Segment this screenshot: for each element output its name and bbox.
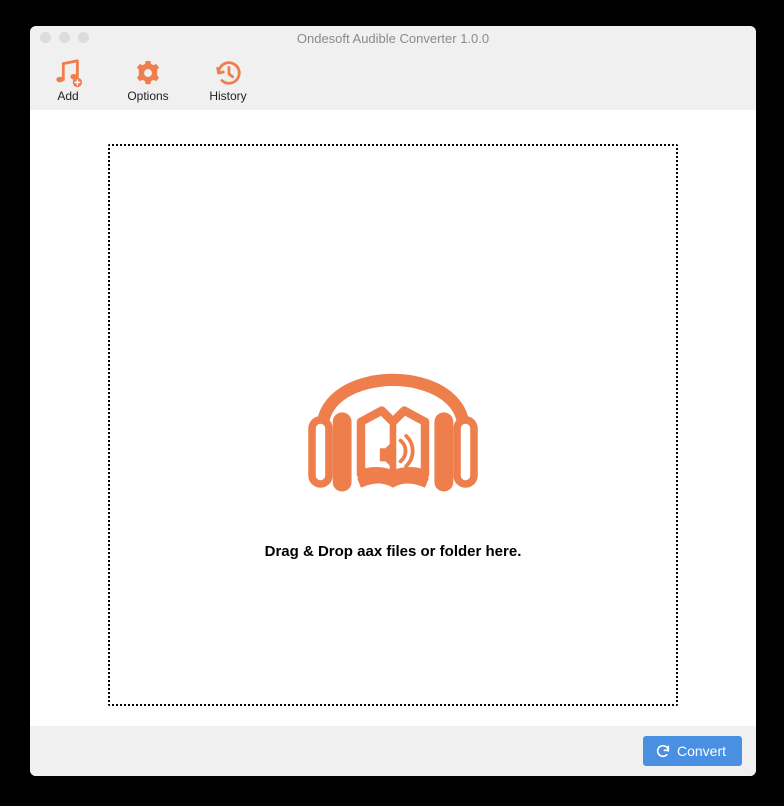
add-label: Add [57,89,78,103]
history-button[interactable]: History [204,57,252,103]
history-icon [213,57,243,89]
toolbar: Add Options History [30,50,756,110]
window-title: Ondesoft Audible Converter 1.0.0 [297,31,489,46]
main-area: Drag & Drop aax files or folder here. [30,110,756,726]
dropzone-message: Drag & Drop aax files or folder here. [265,543,522,560]
footer: Convert [30,726,756,776]
zoom-window-icon[interactable] [78,32,89,43]
dropzone[interactable]: Drag & Drop aax files or folder here. [108,144,678,706]
window-controls[interactable] [40,32,89,43]
gear-icon [133,57,163,89]
music-add-icon [53,57,83,89]
refresh-icon [655,743,671,759]
convert-button[interactable]: Convert [643,736,742,766]
minimize-window-icon[interactable] [59,32,70,43]
history-label: History [209,89,246,103]
convert-label: Convert [677,743,726,759]
audiobook-headphones-icon [280,290,506,521]
app-window: Ondesoft Audible Converter 1.0.0 Add [30,26,756,776]
options-button[interactable]: Options [124,57,172,103]
options-label: Options [127,89,168,103]
add-button[interactable]: Add [44,57,92,103]
close-window-icon[interactable] [40,32,51,43]
titlebar: Ondesoft Audible Converter 1.0.0 [30,26,756,50]
